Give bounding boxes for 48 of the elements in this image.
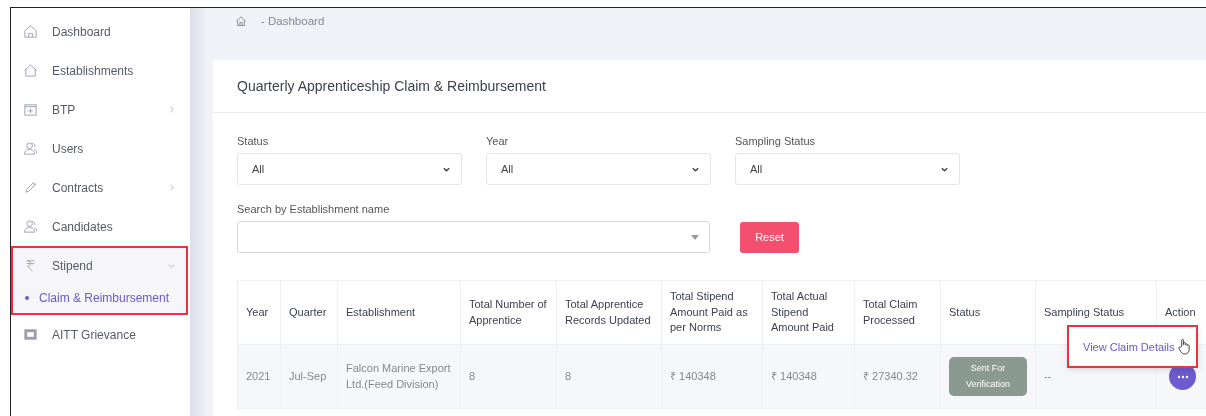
sidebar-item[interactable]: Dashboard [13,14,186,49]
column-header: Year [237,280,281,345]
column-header: Total Stipend Amount Paid as per Norms [661,280,763,345]
table-cell: 8 [556,344,662,409]
column-header: Total Number of Apprentice [460,280,557,345]
column-header: Quarter [280,280,338,345]
column-header: Total Apprentice Records Updated [556,280,662,345]
dots-icon [1176,374,1189,379]
filter-label: Status [237,135,270,147]
table-cell: ₹ 140348 [661,344,763,409]
status-badge: Sent For Verification [949,357,1027,396]
sidebar-item[interactable]: Contracts [13,170,186,205]
dashboard-icon [23,24,38,39]
users-icon [23,141,38,156]
column-header: Total Claim Processed [854,280,941,345]
table-cell: 8 [460,344,557,409]
search-label: Search by Establishment name [237,203,391,215]
table-cell: ₹ 140348 [762,344,855,409]
sidebar-item[interactable]: BTP [13,92,186,127]
filter-label: Year [486,135,510,147]
column-header: Establishment [337,280,461,345]
sidebar-item[interactable]: Users [13,131,186,166]
pencil-icon [23,180,38,195]
table-cell: ₹ 27340.32 [854,344,941,409]
table-cell: 2021 [237,344,281,409]
select-field[interactable]: All [735,153,960,185]
home-icon[interactable] [235,15,247,27]
sidebar-item[interactable]: AITT Grievance [13,317,186,352]
house-icon [23,63,38,78]
column-header: Total Actual Stipend Amount Paid [762,280,855,345]
table-cell: Falcon Marine Export Ltd.(Feed Division) [337,344,461,409]
filter-label: Sampling Status [735,135,817,147]
select-field[interactable]: All [237,153,462,185]
sidebar-item[interactable]: Candidates [13,209,186,244]
column-header: Status [940,280,1036,345]
table-cell: Jul-Sep [280,344,338,409]
submenu-item[interactable]: Claim & Reimbursement [13,283,186,313]
plus-box-icon [23,102,38,117]
frame-icon [23,327,38,342]
select-field[interactable]: All [486,153,711,185]
card-title: Quarterly Apprenticeship Claim & Reimbursement [213,60,1206,113]
hand-cursor-icon [1178,338,1191,355]
search-field[interactable] [237,221,710,253]
breadcrumb: - Dashboard [261,15,325,27]
dropdown-arrow-icon [691,234,699,240]
sidebar-item[interactable]: Stipend [13,248,186,283]
sidebar-item[interactable]: Establishments [13,53,186,88]
users-icon [23,219,38,234]
